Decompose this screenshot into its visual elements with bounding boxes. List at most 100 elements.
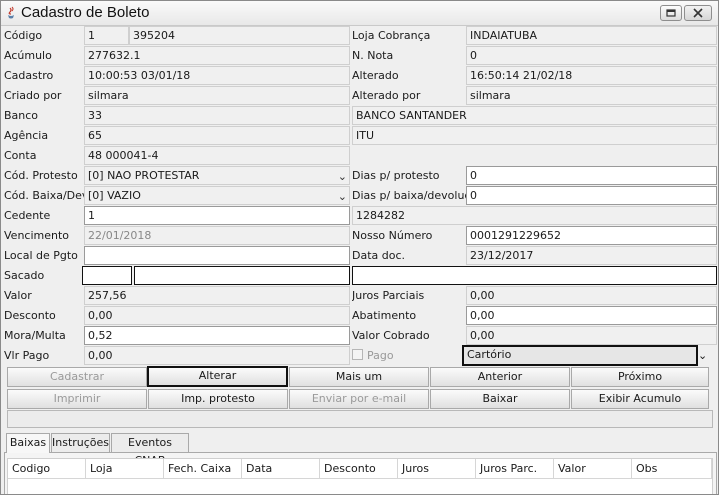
agencia-cidade-field[interactable]: ITU [352,126,717,145]
tab-instrucoes[interactable]: Instruções [51,433,110,452]
column-header[interactable]: Juros Parc. [476,459,554,479]
acumulo-label: Acúmulo [4,49,52,62]
anterior-button[interactable]: Anterior [430,367,570,387]
cod-protesto-select[interactable]: [0] NAO PROTESTAR ⌄ [84,166,350,185]
vlr-pago-field[interactable]: 0,00 [84,346,350,365]
alterado-field[interactable]: 16:50:14 21/02/18 [466,66,717,85]
valor-field[interactable]: 257,56 [84,286,350,305]
dias-baixa-input[interactable]: 0 [466,186,717,205]
dias-protesto-input[interactable]: 0 [466,166,717,185]
data-doc-field[interactable]: 23/12/2017 [466,246,717,265]
n-nota-field[interactable]: 0 [466,46,717,65]
desconto-field[interactable]: 0,00 [84,306,350,325]
column-header[interactable]: Valor [554,459,632,479]
column-header[interactable]: Desconto [320,459,398,479]
dias-protesto-label: Dias p/ protesto [352,169,440,182]
conta-field[interactable]: 48 000041-4 [84,146,350,165]
column-header[interactable]: Obs [632,459,712,479]
cod-protesto-label: Cód. Protesto [4,169,78,182]
minimize-icon [666,9,676,17]
chevron-down-icon: ⌄ [337,190,347,203]
agencia-field[interactable]: 65 [84,126,350,145]
sacado-detalhe-input[interactable] [352,266,717,285]
criado-por-label: Criado por [4,89,62,102]
conta-label: Conta [4,149,37,162]
banco-field[interactable]: 33 [84,106,350,125]
mais-um-button[interactable]: Mais um [289,367,429,387]
cadastro-boleto-window: Cadastro de Boleto Código 1 395204 Loja … [0,0,719,495]
minimize-button[interactable] [660,5,682,21]
cod-baixa-value: [0] VAZIO [88,189,141,202]
banco-nome-field[interactable]: BANCO SANTANDER [352,106,717,125]
sacado-label: Sacado [4,269,45,282]
exibir-acumulo-button[interactable]: Exibir Acumulo [571,389,709,409]
mora-multa-label: Mora/Multa [4,329,66,342]
title-bar: Cadastro de Boleto [1,1,718,26]
baixas-table: Codigo Loja Fech. Caixa Data Desconto Ju… [7,458,713,494]
juros-parciais-label: Juros Parciais [352,289,425,302]
codigo-secondary-field[interactable]: 395204 [129,26,350,45]
tab-baixas[interactable]: Baixas [6,433,50,453]
sacado-codigo-input[interactable] [82,266,132,285]
column-header[interactable]: Data [242,459,320,479]
cedente-label: Cedente [4,209,51,222]
data-doc-label: Data doc. [352,249,406,262]
chevron-down-icon[interactable]: ⌄ [698,346,710,365]
abatimento-input[interactable]: 0,00 [466,306,717,325]
window-title: Cadastro de Boleto [21,4,150,21]
n-nota-label: N. Nota [352,49,394,62]
sacado-nome-input[interactable] [134,266,350,285]
desconto-label: Desconto [4,309,56,322]
cedente-codigo-field[interactable]: 1284282 [352,206,717,225]
acumulo-field[interactable]: 277632.1 [84,46,350,65]
java-app-icon [8,6,14,19]
alterar-button[interactable]: Alterar [147,366,288,387]
column-header[interactable]: Fech. Caixa [164,459,242,479]
cedente-input[interactable]: 1 [84,206,350,225]
nosso-numero-input[interactable]: 0001291229652 [466,226,717,245]
pago-checkbox[interactable] [352,349,363,360]
codigo-field[interactable]: 1 [84,26,129,45]
pago-label: Pago [367,349,394,362]
valor-cobrado-label: Valor Cobrado [352,329,430,342]
loja-cobranca-field[interactable]: INDAIATUBA [466,26,717,45]
imp-protesto-button[interactable]: Imp. protesto [148,389,288,409]
baixar-button[interactable]: Baixar [430,389,570,409]
status-select[interactable]: Cartório [462,345,698,366]
cadastrar-button[interactable]: Cadastrar [7,367,147,387]
close-icon [693,8,703,18]
banco-label: Banco [4,109,39,122]
nosso-numero-label: Nosso Número [352,229,433,242]
juros-parciais-field[interactable]: 0,00 [466,286,717,305]
criado-por-field[interactable]: silmara [84,86,350,105]
status-select-value: Cartório [467,348,512,361]
column-header[interactable]: Loja [86,459,164,479]
valor-cobrado-field[interactable]: 0,00 [466,326,717,345]
column-header[interactable]: Codigo [8,459,86,479]
cadastro-field[interactable]: 10:00:53 03/01/18 [84,66,350,85]
alterado-por-label: Alterado por [352,89,421,102]
vlr-pago-label: Vlr Pago [4,349,50,362]
alterado-label: Alterado [352,69,399,82]
valor-label: Valor [4,289,32,302]
mora-multa-input[interactable]: 0,52 [84,326,350,345]
loja-cobranca-label: Loja Cobrança [352,29,431,42]
imprimir-button[interactable]: Imprimir [7,389,147,409]
cadastro-label: Cadastro [4,69,54,82]
cod-baixa-label: Cód. Baixa/Dev. [4,189,84,202]
cod-baixa-select[interactable]: [0] VAZIO ⌄ [84,186,350,205]
vencimento-field[interactable]: 22/01/2018 [84,226,350,245]
proximo-button[interactable]: Próximo [571,367,709,387]
local-pgto-input[interactable] [84,246,350,265]
alterado-por-field[interactable]: silmara [466,86,717,105]
vencimento-label: Vencimento [4,229,70,242]
local-pgto-label: Local de Pgto [4,249,78,262]
close-button[interactable] [684,5,712,21]
tab-eventos-cnab[interactable]: Eventos CNAB [111,433,189,467]
codigo-label: Código [4,29,43,42]
status-bar [7,410,713,428]
column-header[interactable]: Juros [398,459,476,479]
agencia-label: Agência [4,129,49,142]
enviar-email-button[interactable]: Enviar por e-mail [289,389,429,409]
abatimento-label: Abatimento [352,309,417,322]
